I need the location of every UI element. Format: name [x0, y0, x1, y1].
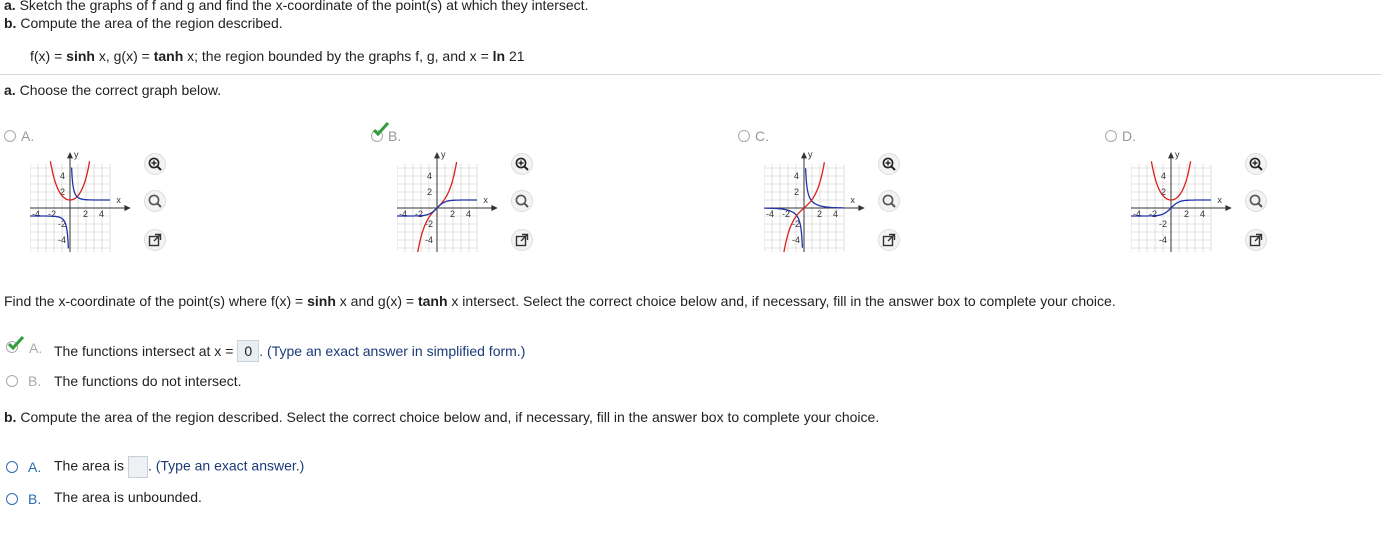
tick-label: -4: [1133, 209, 1141, 219]
graph-option-c[interactable]: C.: [738, 128, 769, 144]
intersection-option-b: The functions do not intersect.: [54, 373, 242, 389]
radio-button[interactable]: [738, 130, 750, 142]
x-axis-label: x: [1217, 195, 1222, 205]
popout-icon: [1249, 233, 1263, 247]
instruction-a: a. Sketch the graphs of f and g and find…: [4, 0, 589, 13]
popout-icon: [515, 233, 529, 247]
y-axis-label: y: [808, 152, 813, 160]
radio-button[interactable]: [1105, 130, 1117, 142]
radio-button[interactable]: [4, 130, 16, 142]
popout-button[interactable]: [878, 229, 900, 251]
zoom-in-icon: [882, 157, 896, 171]
graph-option-d[interactable]: D.: [1105, 128, 1136, 144]
tick-label: 4: [794, 171, 799, 181]
graph-thumbnail: yx422 4-2-4-2-4: [1131, 152, 1232, 252]
tick-label: 4: [1200, 209, 1205, 219]
part-b-prompt: b. Compute the area of the region descri…: [4, 409, 880, 425]
option-letter: D.: [1122, 128, 1136, 144]
tick-label: -2: [48, 209, 56, 219]
checkmark-icon: [373, 122, 389, 136]
intersection-option-a: The functions intersect at x = 0. (Type …: [54, 340, 525, 362]
area-option-b: The area is unbounded.: [54, 489, 202, 505]
tick-label: 2: [817, 209, 822, 219]
y-axis-label: y: [441, 152, 446, 160]
instruction-b: b. Compute the area of the region descri…: [4, 15, 283, 31]
y-axis-label: y: [74, 152, 79, 160]
y-axis-label: y: [1175, 152, 1180, 160]
popout-button[interactable]: [144, 229, 166, 251]
intersection-option-b-letter: B.: [28, 373, 42, 389]
x-axis-label: x: [850, 195, 855, 205]
tick-label: 4: [466, 209, 471, 219]
zoom-out-icon: [515, 194, 529, 208]
tick-label: 4: [60, 171, 65, 181]
x-axis-label: x: [483, 195, 488, 205]
zoom-in-icon: [1249, 157, 1263, 171]
area-option-b-letter: B.: [28, 491, 42, 507]
intersection-option-a-letter: A.: [29, 340, 43, 356]
tick-label: 4: [99, 209, 104, 219]
zoom-in-button[interactable]: [1245, 153, 1267, 175]
checkmark-icon: [8, 336, 24, 350]
area-answer-box[interactable]: [127, 456, 148, 478]
option-letter: A.: [21, 128, 35, 144]
tick-label: -2: [415, 209, 423, 219]
zoom-in-button[interactable]: [144, 153, 166, 175]
tick-label: -4: [1159, 235, 1167, 245]
tick-label: -2: [1159, 219, 1167, 229]
popout-button[interactable]: [511, 229, 533, 251]
graph-curve: [804, 168, 844, 209]
zoom-in-button[interactable]: [511, 153, 533, 175]
tick-label: -2: [425, 219, 433, 229]
problem-statement: f(x) = sinh x, g(x) = tanh x; the region…: [30, 48, 525, 64]
zoom-in-button[interactable]: [878, 153, 900, 175]
divider: [0, 74, 1381, 75]
zoom-in-icon: [515, 157, 529, 171]
zoom-in-icon: [148, 157, 162, 171]
tick-label: 2: [1184, 209, 1189, 219]
tick-label: 4: [427, 171, 432, 181]
popout-icon: [882, 233, 896, 247]
area-option-a-letter: A.: [28, 459, 42, 475]
tick-label: -2: [1149, 209, 1157, 219]
zoom-out-icon: [882, 194, 896, 208]
popout-button[interactable]: [1245, 229, 1267, 251]
intersection-answer-box[interactable]: 0: [237, 340, 260, 362]
graph-option-a[interactable]: A.: [4, 128, 34, 144]
graph-thumbnail: yx422 4-2-4-2-4: [30, 152, 131, 252]
tick-label: -4: [32, 209, 40, 219]
tick-label: -4: [58, 235, 66, 245]
graph-thumbnail: yx422 4-2-4-2-4: [764, 152, 865, 252]
zoom-out-icon: [148, 194, 162, 208]
area-option-b-radio[interactable]: [6, 493, 18, 505]
part-a-prompt: a. Choose the correct graph below.: [4, 82, 222, 98]
intersection-prompt: Find the x-coordinate of the point(s) wh…: [4, 293, 1116, 309]
tick-label: -2: [58, 219, 66, 229]
zoom-out-button[interactable]: [144, 190, 166, 212]
tick-label: 4: [1161, 171, 1166, 181]
tick-label: -4: [399, 209, 407, 219]
popout-icon: [148, 233, 162, 247]
tick-label: 2: [427, 187, 432, 197]
intersection-option-b-radio[interactable]: [6, 375, 18, 387]
tick-label: -4: [792, 235, 800, 245]
intersection-option-a-radio[interactable]: [4, 336, 24, 355]
tick-label: -4: [766, 209, 774, 219]
area-option-a: The area is . (Type an exact answer.): [54, 456, 304, 478]
tick-label: 4: [833, 209, 838, 219]
zoom-out-icon: [1249, 194, 1263, 208]
option-letter: B.: [388, 128, 402, 144]
area-option-a-radio[interactable]: [6, 461, 18, 473]
tick-label: 2: [794, 187, 799, 197]
tick-label: -4: [425, 235, 433, 245]
tick-label: 2: [450, 209, 455, 219]
zoom-out-button[interactable]: [1245, 190, 1267, 212]
zoom-out-button[interactable]: [878, 190, 900, 212]
zoom-out-button[interactable]: [511, 190, 533, 212]
graph-thumbnail: y x 4 2 2 4 -2 -4 -2 -4: [397, 152, 498, 252]
x-axis-label: x: [116, 195, 121, 205]
tick-label: 2: [83, 209, 88, 219]
option-letter: C.: [755, 128, 769, 144]
